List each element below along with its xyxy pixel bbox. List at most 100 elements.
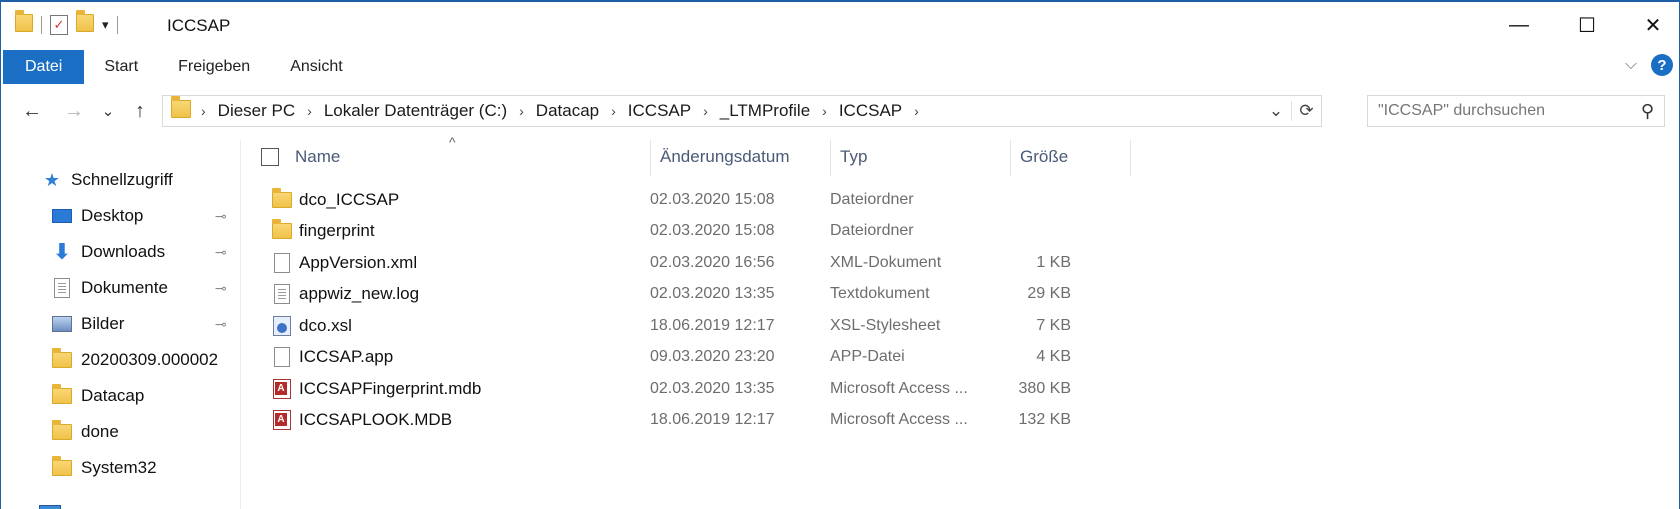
search-icon[interactable]: ⚲ (1641, 101, 1654, 122)
address-dropdown-chevron-icon[interactable]: ⌄ (1261, 101, 1291, 121)
breadcrumb-ltmprofile[interactable]: _LTMProfile (714, 101, 816, 121)
file-date: 02.03.2020 16:56 (650, 253, 775, 271)
file-row[interactable]: dco_ICCSAP 02.03.2020 15:08 Dateiordner (261, 184, 1141, 215)
nav-item-label: System32 (81, 458, 157, 477)
column-header-date[interactable]: Änderungsdatum (660, 140, 789, 174)
select-all-checkbox[interactable] (261, 140, 279, 174)
file-size (991, 184, 1071, 215)
nav-quick-access[interactable]: ★ Schnellzugriff (41, 164, 173, 196)
recent-locations-chevron-icon[interactable]: ⌄ (97, 96, 119, 126)
nav-item-pictures[interactable]: Bilder (51, 308, 124, 340)
breadcrumb-separator[interactable]: › (301, 103, 318, 119)
breadcrumb-local-disk[interactable]: Lokaler Datenträger (C:) (318, 101, 513, 121)
nav-item-system32[interactable]: System32 (51, 452, 157, 484)
file-row[interactable]: dco.xsl 18.06.2019 12:17 XSL-Stylesheet 7 K… (261, 310, 1141, 341)
file-row[interactable]: fingerprint 02.03.2020 15:08 Dateiordner (261, 216, 1141, 247)
up-arrow-icon[interactable]: ↑ (125, 96, 155, 126)
breadcrumb-separator[interactable]: › (195, 103, 212, 119)
file-date: 18.06.2019 12:17 (650, 316, 775, 334)
file-name: dco_ICCSAP (299, 189, 400, 209)
column-divider[interactable] (650, 140, 651, 176)
file-name-cell[interactable]: dco_ICCSAP (271, 184, 399, 215)
column-divider[interactable] (1130, 140, 1131, 176)
breadcrumb-separator[interactable]: › (605, 103, 622, 119)
column-header-size[interactable]: Größe (1020, 140, 1068, 174)
file-size: 1 KB (1036, 253, 1071, 271)
properties-check-icon[interactable]: ✓ (50, 15, 68, 35)
file-size: 4 KB (1036, 348, 1071, 365)
breadcrumb-iccsap-current[interactable]: ICCSAP (833, 101, 908, 121)
file-icon (271, 252, 293, 274)
address-row: ← → ⌄ ↑ › Dieser PC › Lokaler Datenträge… (1, 92, 1679, 130)
tab-view[interactable]: Ansicht (270, 50, 362, 84)
breadcrumb-this-pc[interactable]: Dieser PC (212, 101, 301, 121)
column-header-name[interactable]: Name (295, 140, 340, 174)
breadcrumb-datacap[interactable]: Datacap (530, 101, 605, 121)
file-name-cell[interactable]: appwiz_new.log (271, 279, 419, 310)
file-size: 7 KB (1036, 316, 1071, 334)
search-input[interactable]: "ICCSAP" durchsuchen ⚲ (1367, 95, 1665, 127)
nav-item-label: Desktop (81, 206, 144, 225)
breadcrumb-separator[interactable]: › (513, 103, 530, 119)
file-date: 02.03.2020 15:08 (650, 190, 775, 208)
tab-start[interactable]: Start (84, 50, 158, 84)
file-name: fingerprint (299, 221, 375, 240)
nav-item-desktop[interactable]: Desktop (51, 200, 143, 232)
quick-access-toolbar: ✓ ▾ (15, 9, 118, 37)
file-name-cell[interactable]: ICCSAPLOOK.MDB (271, 405, 452, 436)
nav-item-this-pc[interactable] (39, 496, 69, 509)
breadcrumb-separator[interactable]: › (908, 103, 925, 119)
nav-item-done[interactable]: done (51, 416, 119, 448)
help-icon[interactable]: ? (1651, 54, 1673, 76)
file-row[interactable]: ICCSAP.app 09.03.2020 23:20 APP-Datei 4 KB (261, 342, 1141, 373)
nav-item-downloads[interactable]: ⬇ Downloads (51, 236, 165, 268)
nav-item-20200309[interactable]: 20200309.000002 (51, 344, 218, 376)
column-header-type[interactable]: Typ (840, 140, 867, 174)
file-name-cell[interactable]: fingerprint (271, 216, 375, 247)
xsl-file-icon (271, 315, 293, 337)
address-controls: ⌄ ⟳ (1261, 96, 1321, 126)
expand-ribbon-chevron-icon[interactable]: ⌵ (1625, 56, 1637, 74)
refresh-icon[interactable]: ⟳ (1291, 101, 1321, 121)
pin-icon[interactable]: ⊸ (215, 244, 227, 261)
sort-ascending-caret-icon: ^ (449, 134, 456, 150)
folder-icon (271, 187, 293, 211)
new-folder-icon[interactable] (76, 9, 94, 37)
file-type: XSL-Stylesheet (830, 316, 941, 334)
file-name-cell[interactable]: ICCSAPFingerprint.mdb (271, 373, 481, 404)
toolbar-separator (41, 16, 42, 34)
file-row[interactable]: ICCSAPLOOK.MDB 18.06.2019 12:17 Microsoft … (261, 405, 1141, 436)
back-arrow-icon[interactable]: ← (15, 96, 49, 126)
desktop-icon (51, 206, 73, 226)
forward-arrow-icon[interactable]: → (57, 96, 91, 126)
maximize-button[interactable]: ☐ (1553, 2, 1621, 48)
nav-item-documents[interactable]: Dokumente (51, 272, 168, 304)
close-button[interactable]: ✕ (1619, 2, 1680, 48)
customize-toolbar-chevron-icon[interactable]: ▾ (102, 17, 109, 33)
file-row[interactable]: appwiz_new.log 02.03.2020 13:35 Textdokume… (261, 279, 1141, 310)
file-row[interactable]: ICCSAPFingerprint.mdb 02.03.2020 13:35 Mic… (261, 373, 1141, 404)
breadcrumb-iccsap[interactable]: ICCSAP (622, 101, 697, 121)
file-row[interactable]: AppVersion.xml 02.03.2020 16:56 XML-Dokume… (261, 247, 1141, 278)
ribbon-right-controls: ⌵ ? (1625, 54, 1673, 76)
pin-icon[interactable]: ⊸ (215, 208, 227, 225)
file-name-cell[interactable]: ICCSAP.app (271, 342, 393, 373)
nav-item-datacap[interactable]: Datacap (51, 380, 144, 412)
file-name: ICCSAP.app (299, 347, 394, 366)
pin-icon[interactable]: ⊸ (215, 280, 227, 297)
column-divider[interactable] (830, 140, 831, 176)
column-divider[interactable] (1010, 140, 1011, 176)
pin-icon[interactable]: ⊸ (215, 316, 227, 333)
navigation-pane: ★ Schnellzugriff Desktop ⊸ ⬇ Downloads ⊸… (1, 140, 241, 509)
minimize-button[interactable]: — (1485, 2, 1553, 48)
breadcrumb-separator[interactable]: › (697, 103, 714, 119)
tab-file[interactable]: Datei (3, 50, 85, 84)
folder-icon (51, 384, 73, 406)
file-name-cell[interactable]: AppVersion.xml (271, 247, 417, 278)
file-name-cell[interactable]: dco.xsl (271, 310, 352, 341)
tab-share[interactable]: Freigeben (158, 50, 270, 84)
folder-icon (51, 456, 73, 478)
breadcrumb-separator[interactable]: › (816, 103, 833, 119)
access-database-icon (271, 409, 293, 431)
address-bar[interactable]: › Dieser PC › Lokaler Datenträger (C:) ›… (162, 95, 1322, 127)
